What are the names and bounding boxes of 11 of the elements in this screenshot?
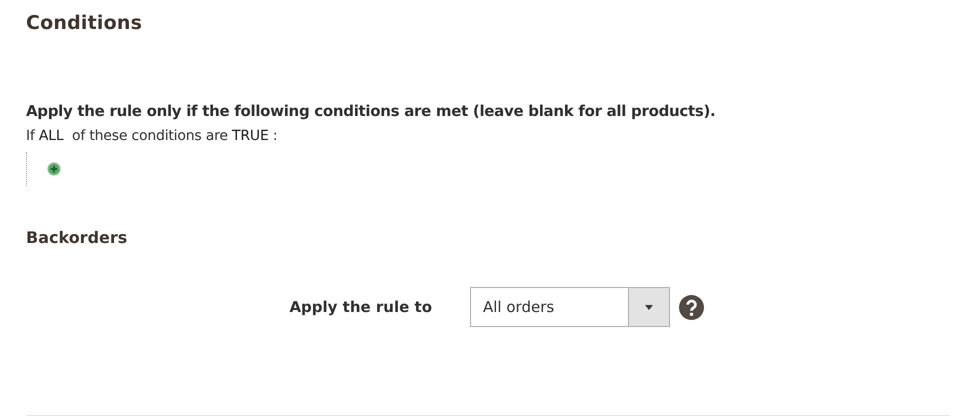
help-icon[interactable]	[679, 294, 704, 320]
conditions-sentence: If ALL of these conditions are TRUE :	[26, 128, 278, 144]
add-condition-icon[interactable]	[47, 162, 61, 176]
aggregator-link[interactable]: ALL	[38, 128, 64, 144]
apply-rule-select[interactable]: All orders	[470, 287, 670, 327]
caret-icon	[645, 304, 653, 310]
backorders-title: Backorders	[26, 228, 128, 247]
section-title: Conditions	[26, 11, 144, 34]
field-label: Apply the rule to	[288, 298, 432, 316]
value-link[interactable]: TRUE	[232, 128, 269, 144]
conditions-heading: Apply the rule only if the following conditions are met (leave blank for all products).	[26, 102, 716, 120]
